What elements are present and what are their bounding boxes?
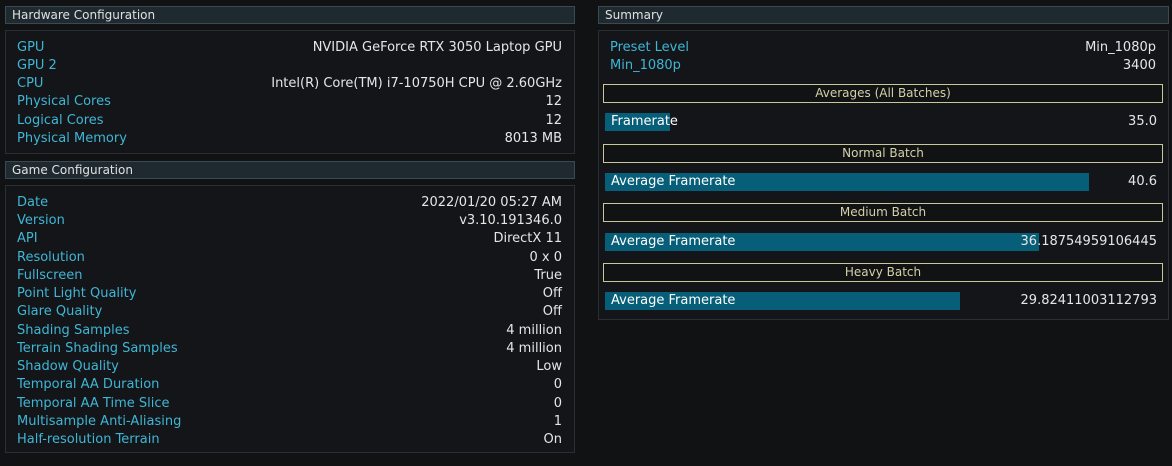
framerate-label: Average Framerate — [611, 293, 736, 308]
summary-value: Min_1080p — [1085, 40, 1156, 55]
game-key: Fullscreen — [17, 268, 83, 283]
game-key: Temporal AA Time Slice — [17, 396, 170, 411]
hw-row-gpu: GPU NVIDIA GeForce RTX 3050 Laptop GPU — [6, 39, 574, 57]
game-row-terrain-shading: Terrain Shading Samples 4 million — [6, 340, 574, 358]
game-value: 4 million — [506, 323, 562, 338]
game-row-point-light: Point Light Quality Off — [6, 285, 574, 303]
averages-framerate-row: Framerate 35.0 — [605, 113, 1157, 131]
hw-value: NVIDIA GeForce RTX 3050 Laptop GPU — [312, 40, 562, 55]
medium-framerate-row: Average Framerate 36.18754959106445 — [605, 233, 1157, 251]
heavy-batch-header: Heavy Batch — [603, 263, 1163, 282]
averages-batch-header: Averages (All Batches) — [603, 84, 1163, 103]
summary-key: Preset Level — [610, 40, 689, 55]
batch-header-label: Heavy Batch — [844, 265, 922, 279]
summary-header: Summary — [598, 6, 1169, 24]
game-row-fullscreen: Fullscreen True — [6, 267, 574, 285]
medium-batch-header: Medium Batch — [603, 203, 1163, 222]
game-key: Date — [17, 195, 49, 210]
game-value: Off — [542, 304, 562, 319]
game-key: Terrain Shading Samples — [17, 341, 178, 356]
heavy-framerate-row: Average Framerate 29.82411003112793 — [605, 292, 1157, 310]
normal-framerate-row: Average Framerate 40.6 — [605, 173, 1157, 191]
game-value: 1 — [553, 414, 562, 429]
summary-title: Summary — [605, 8, 663, 22]
hw-value: 8013 MB — [504, 131, 562, 146]
hardware-config-title: Hardware Configuration — [12, 8, 156, 22]
framerate-label: Average Framerate — [611, 234, 736, 249]
hw-key: CPU — [17, 76, 44, 91]
batch-header-label: Averages (All Batches) — [815, 86, 951, 100]
framerate-label: Average Framerate — [611, 174, 736, 189]
game-config-header: Game Configuration — [5, 161, 575, 179]
game-row-taa-time-slice: Temporal AA Time Slice 0 — [6, 395, 574, 413]
game-key: Glare Quality — [17, 304, 103, 319]
game-value: 2022/01/20 05:27 AM — [421, 195, 562, 210]
game-row-resolution: Resolution 0 x 0 — [6, 249, 574, 267]
game-row-half-res-terrain: Half-resolution Terrain On — [6, 431, 574, 449]
framerate-value: 36.18754959106445 — [1020, 234, 1157, 249]
hw-row-physical-cores: Physical Cores 12 — [6, 93, 574, 111]
hw-value: 12 — [545, 94, 562, 109]
hw-row-gpu2: GPU 2 — [6, 57, 574, 75]
framerate-value: 35.0 — [1128, 114, 1157, 129]
game-row-taa-duration: Temporal AA Duration 0 — [6, 376, 574, 394]
game-value: 0 — [553, 396, 562, 411]
hardware-config-header: Hardware Configuration — [5, 6, 575, 24]
summary-row-preset: Preset Level Min_1080p — [599, 39, 1168, 57]
game-config-title: Game Configuration — [12, 163, 133, 177]
game-row-version: Version v3.10.191346.0 — [6, 212, 574, 230]
game-key: API — [17, 231, 38, 246]
hw-key: Physical Memory — [17, 131, 127, 146]
summary-key: Min_1080p — [610, 58, 681, 73]
hardware-config-panel: GPU NVIDIA GeForce RTX 3050 Laptop GPU G… — [5, 30, 575, 154]
game-row-shadow-quality: Shadow Quality Low — [6, 358, 574, 376]
game-key: Resolution — [17, 250, 85, 265]
game-row-api: API DirectX 11 — [6, 230, 574, 248]
game-key: Shadow Quality — [17, 359, 119, 374]
framerate-label: Framerate — [611, 114, 678, 129]
hw-key: GPU 2 — [17, 58, 57, 73]
batch-header-label: Medium Batch — [839, 205, 927, 219]
game-key: Point Light Quality — [17, 286, 137, 301]
game-key: Temporal AA Duration — [17, 377, 160, 392]
game-value: 0 x 0 — [529, 250, 563, 265]
game-value: 4 million — [506, 341, 562, 356]
framerate-value: 29.82411003112793 — [1020, 293, 1157, 308]
game-key: Shading Samples — [17, 323, 130, 338]
game-config-panel: Date 2022/01/20 05:27 AM Version v3.10.1… — [5, 185, 575, 453]
hw-key: GPU — [17, 40, 45, 55]
summary-row-score: Min_1080p 3400 — [599, 57, 1168, 75]
game-value: Off — [542, 286, 562, 301]
normal-batch-header: Normal Batch — [603, 144, 1163, 163]
framerate-value: 40.6 — [1128, 174, 1157, 189]
hw-key: Physical Cores — [17, 94, 111, 109]
game-key: Half-resolution Terrain — [17, 432, 160, 447]
game-value: v3.10.191346.0 — [459, 213, 562, 228]
game-key: Multisample Anti-Aliasing — [17, 414, 182, 429]
hw-row-physical-memory: Physical Memory 8013 MB — [6, 130, 574, 148]
game-value: True — [534, 268, 562, 283]
game-value: Low — [536, 359, 562, 374]
hw-row-logical-cores: Logical Cores 12 — [6, 112, 574, 130]
game-row-date: Date 2022/01/20 05:27 AM — [6, 194, 574, 212]
game-value: 0 — [553, 377, 562, 392]
game-row-shading-samples: Shading Samples 4 million — [6, 322, 574, 340]
hw-row-cpu: CPU Intel(R) Core(TM) i7-10750H CPU @ 2.… — [6, 75, 574, 93]
hw-value: Intel(R) Core(TM) i7-10750H CPU @ 2.60GH… — [271, 76, 562, 91]
game-row-glare: Glare Quality Off — [6, 303, 574, 321]
game-value: On — [543, 432, 562, 447]
batch-header-label: Normal Batch — [842, 146, 924, 160]
hw-key: Logical Cores — [17, 113, 104, 128]
summary-value: 3400 — [1122, 58, 1156, 73]
game-value: DirectX 11 — [493, 231, 562, 246]
hw-value: 12 — [545, 113, 562, 128]
game-row-msaa: Multisample Anti-Aliasing 1 — [6, 413, 574, 431]
game-key: Version — [17, 213, 65, 228]
